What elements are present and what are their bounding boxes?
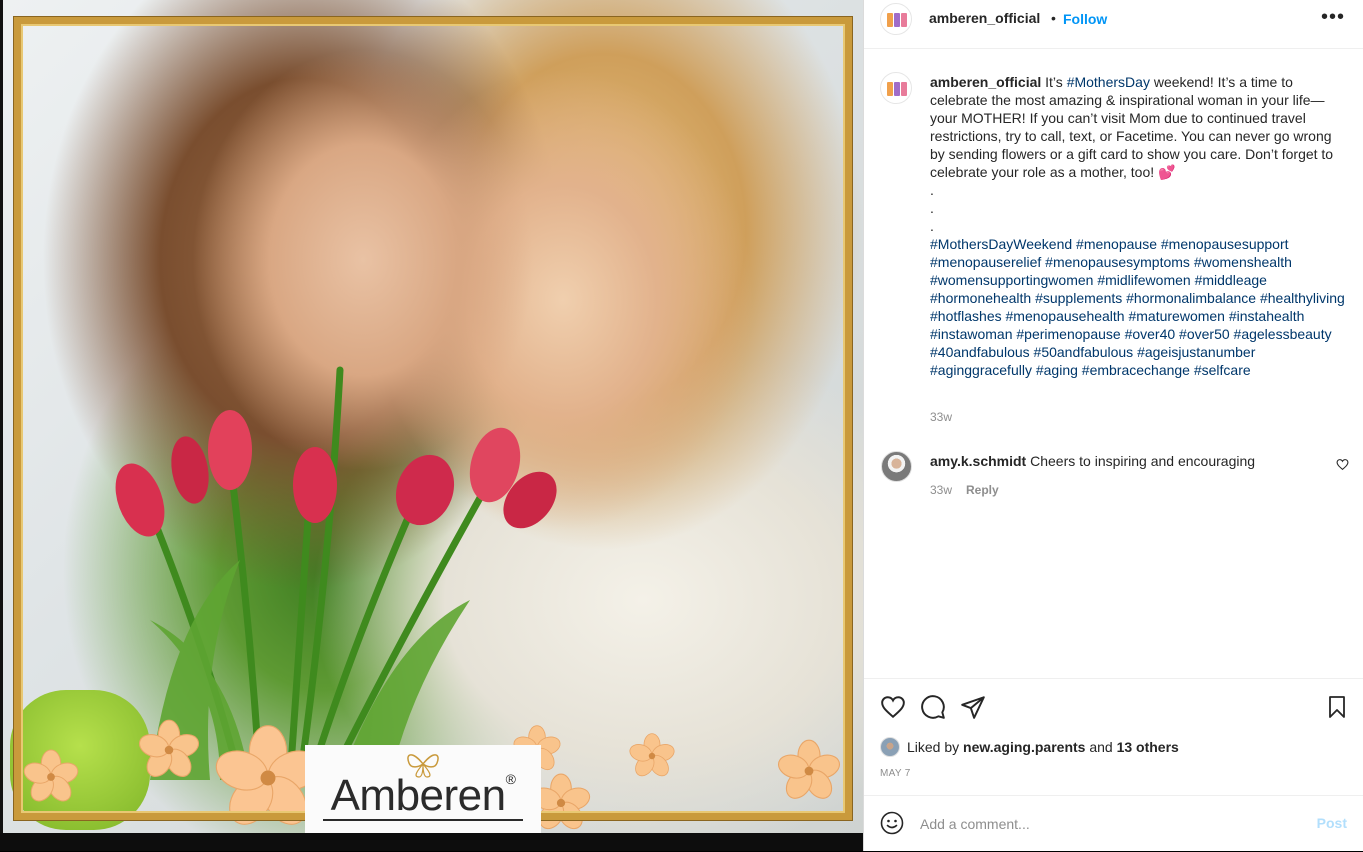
follow-button[interactable]: Follow [1063, 11, 1107, 27]
amberen-avatar[interactable] [880, 72, 912, 104]
post-date[interactable]: MAY 7 [880, 768, 911, 779]
butterfly-icon [407, 754, 439, 778]
liker-username[interactable]: new.aging.parents [963, 739, 1085, 755]
amberen-avatar[interactable] [880, 3, 912, 35]
caption-username[interactable]: amberen_official [930, 74, 1041, 90]
smiley-icon[interactable] [880, 811, 904, 835]
post-image[interactable]: Amberen® [0, 0, 863, 851]
likes-summary: Liked by new.aging.parents and 13 others [880, 737, 1179, 757]
avatar[interactable] [880, 737, 900, 757]
comment-body: Cheers to inspiring and encouraging [1026, 453, 1256, 469]
add-comment-bar: Post [864, 795, 1363, 852]
caption-hashtags[interactable]: #MothersDayWeekend #menopause #menopause… [930, 235, 1350, 379]
caption-text-part: It’s [1041, 74, 1067, 90]
likes-others-link[interactable]: 13 others [1117, 739, 1179, 755]
caption-dot: . [930, 200, 934, 216]
post-details-panel: amberen_official • Follow ••• amberen_of… [863, 0, 1363, 851]
likes-middle: and [1089, 739, 1113, 755]
reply-button[interactable]: Reply [966, 483, 999, 497]
caption-section: amberen_official It’s #MothersDay weeken… [864, 48, 1363, 678]
caption-timestamp[interactable]: 33w [930, 410, 952, 424]
amberen-logo: Amberen® [305, 745, 541, 833]
more-options-icon[interactable]: ••• [1321, 6, 1345, 29]
paper-plane-icon[interactable] [960, 694, 986, 720]
post-caption: amberen_official It’s #MothersDay weeken… [930, 73, 1350, 379]
separator-dot: • [1051, 10, 1056, 26]
caption-dot: . [930, 218, 934, 234]
caption-dot: . [930, 182, 934, 198]
comment-timestamp[interactable]: 33w [930, 483, 952, 497]
heart-icon[interactable] [1336, 458, 1349, 471]
post-actions: Liked by new.aging.parents and 13 others… [864, 678, 1363, 796]
logo-underline [323, 819, 523, 821]
heart-icon[interactable] [880, 694, 906, 720]
comment-item: amy.k.schmidt Cheers to inspiring and en… [864, 450, 1363, 510]
post-author-username[interactable]: amberen_official [929, 10, 1040, 26]
avatar[interactable] [881, 451, 912, 482]
likes-prefix: Liked by [907, 739, 960, 755]
post-comment-button[interactable]: Post [1317, 815, 1347, 831]
post-header: amberen_official • Follow ••• [864, 0, 1363, 49]
bookmark-icon[interactable] [1325, 694, 1349, 720]
hashtag-link[interactable]: #MothersDay [1067, 74, 1150, 90]
gold-border-frame [14, 17, 852, 820]
image-bottom-strip [0, 833, 863, 851]
comment-text: amy.k.schmidt Cheers to inspiring and en… [930, 452, 1255, 470]
comment-username[interactable]: amy.k.schmidt [930, 453, 1026, 469]
comment-icon[interactable] [920, 694, 946, 720]
comment-input[interactable] [918, 808, 1302, 840]
